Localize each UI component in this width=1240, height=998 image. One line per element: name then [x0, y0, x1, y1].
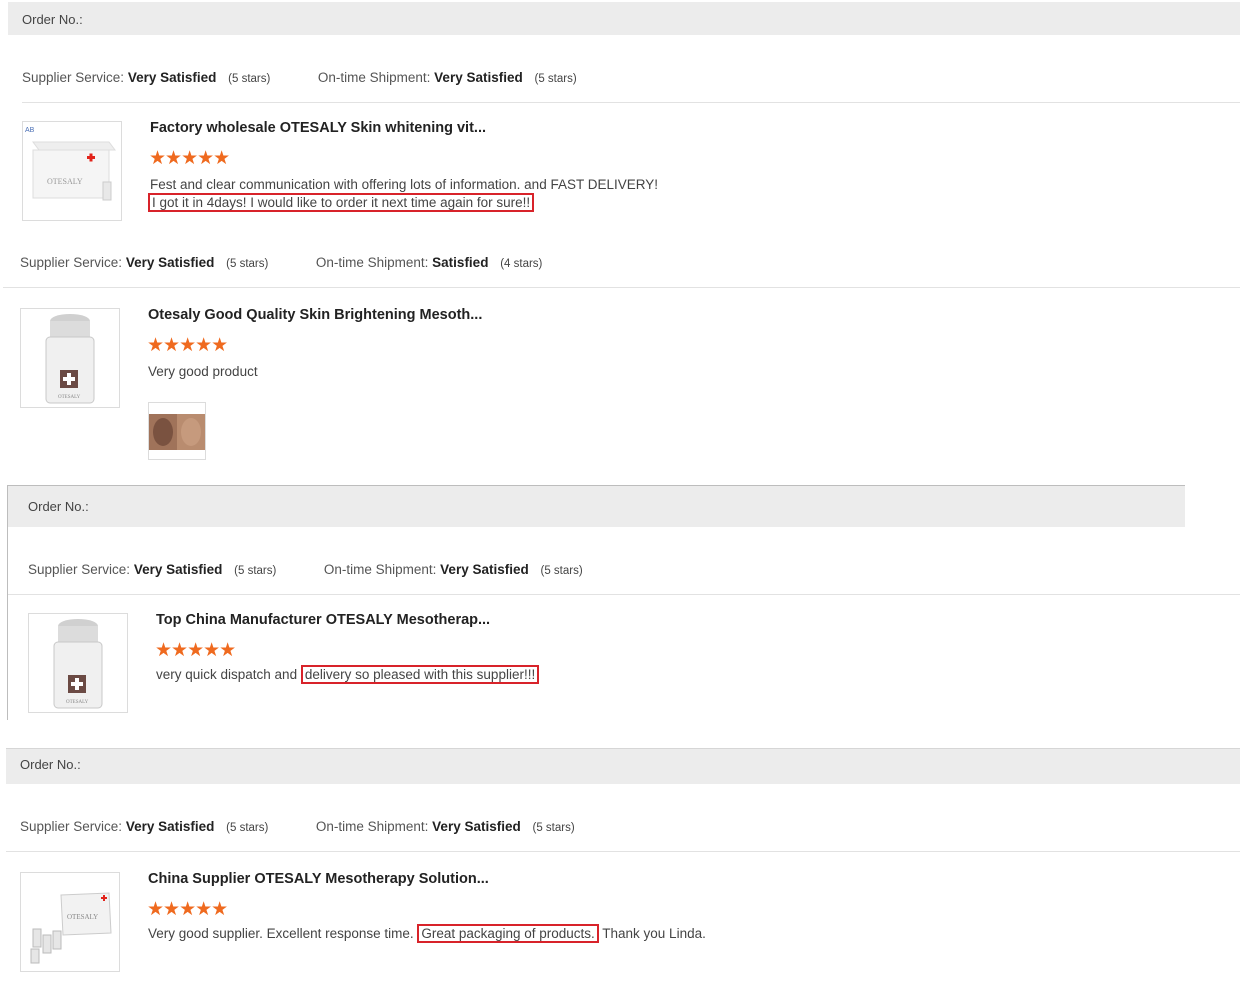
star-rating: ★★★★★ — [149, 148, 230, 169]
shipment-value: Satisfied — [432, 255, 489, 270]
star-rating: ★★★★★ — [155, 640, 236, 661]
rating-summary: Supplier Service: Very Satisfied (5 star… — [20, 819, 575, 834]
review-comment: Fest and clear communication with offeri… — [150, 177, 658, 192]
product-title[interactable]: China Supplier OTESALY Mesotherapy Solut… — [148, 871, 489, 887]
product-thumbnail[interactable]: OTESALY — [20, 872, 120, 972]
shipment-stars: (4 stars) — [500, 258, 543, 270]
face-photo-icon — [149, 403, 205, 459]
product-title[interactable]: Top China Manufacturer OTESALY Mesothera… — [156, 612, 490, 628]
product-vial-image: OTESALY — [21, 309, 119, 407]
review-comment: Very good product — [148, 364, 258, 379]
supplier-service-value: Very Satisfied — [125, 255, 215, 270]
highlighted-comment: I got it in 4days! I would like to order… — [148, 193, 535, 212]
customer-photo[interactable] — [148, 402, 206, 460]
order-number-label: Order No.: — [28, 499, 89, 514]
supplier-service-label: Supplier Service: — [20, 255, 123, 270]
product-box-image: OTESALY — [21, 873, 119, 971]
shipment-value: Very Satisfied — [432, 819, 521, 834]
order-number-label: Order No.: — [20, 757, 81, 772]
shipment-stars: (5 stars) — [540, 565, 583, 577]
supplier-service-value: Very Satisfied — [127, 70, 217, 85]
supplier-service-stars: (5 stars) — [226, 258, 269, 270]
rating-summary: Supplier Service: Very Satisfied (5 star… — [22, 70, 577, 85]
supplier-service-label: Supplier Service: — [20, 819, 123, 834]
comment-text: very quick dispatch and — [156, 667, 301, 682]
shipment-label: On-time Shipment: — [323, 562, 437, 577]
order-bar: Order No.: — [8, 2, 1240, 35]
divider — [3, 287, 1240, 288]
shipment-stars: (5 stars) — [534, 73, 577, 85]
product-vial-image: OTESALY — [29, 614, 127, 712]
supplier-service-stars: (5 stars) — [226, 822, 269, 834]
svg-text:OTESALY: OTESALY — [47, 177, 83, 186]
supplier-service-label: Supplier Service: — [22, 70, 125, 85]
star-rating: ★★★★★ — [147, 899, 228, 920]
shipment-label: On-time Shipment: — [315, 819, 429, 834]
shipment-label: On-time Shipment: — [315, 255, 429, 270]
highlighted-comment: Great packaging of products. — [417, 924, 599, 943]
divider — [22, 102, 1240, 103]
product-thumbnail[interactable]: OTESALY — [28, 613, 128, 713]
shipment-value: Very Satisfied — [434, 70, 523, 85]
comment-text: Very good supplier. Excellent response t… — [148, 926, 418, 941]
supplier-service-stars: (5 stars) — [228, 73, 271, 85]
svg-text:OTESALY: OTESALY — [67, 913, 98, 921]
order-bar: Order No.: — [7, 485, 1185, 527]
product-box-image: AB OTESALY — [23, 122, 121, 220]
product-thumbnail[interactable]: AB OTESALY — [22, 121, 122, 221]
review-comment: very quick dispatch and delivery so plea… — [156, 665, 540, 684]
comment-text: Thank you Linda. — [598, 926, 706, 941]
star-rating: ★★★★★ — [147, 335, 228, 356]
shipment-label: On-time Shipment: — [317, 70, 431, 85]
supplier-service-label: Supplier Service: — [28, 562, 131, 577]
shipment-value: Very Satisfied — [440, 562, 529, 577]
order-number-label: Order No.: — [22, 12, 83, 27]
section-border — [7, 526, 8, 720]
svg-text:OTESALY: OTESALY — [58, 395, 81, 400]
svg-text:OTESALY: OTESALY — [66, 700, 89, 705]
divider — [8, 594, 1240, 595]
order-bar: Order No.: — [6, 748, 1240, 784]
product-title[interactable]: Otesaly Good Quality Skin Brightening Me… — [148, 307, 482, 323]
highlighted-comment: delivery so pleased with this supplier!!… — [300, 665, 540, 684]
review-comment: Very good supplier. Excellent response t… — [148, 924, 706, 943]
rating-summary: Supplier Service: Very Satisfied (5 star… — [28, 562, 583, 577]
supplier-service-value: Very Satisfied — [133, 562, 223, 577]
product-thumbnail[interactable]: OTESALY — [20, 308, 120, 408]
supplier-service-value: Very Satisfied — [125, 819, 215, 834]
svg-text:AB: AB — [25, 127, 35, 134]
product-title[interactable]: Factory wholesale OTESALY Skin whitening… — [150, 120, 486, 136]
divider — [6, 851, 1240, 852]
supplier-service-stars: (5 stars) — [234, 565, 277, 577]
rating-summary: Supplier Service: Very Satisfied (5 star… — [20, 255, 542, 270]
shipment-stars: (5 stars) — [532, 822, 575, 834]
